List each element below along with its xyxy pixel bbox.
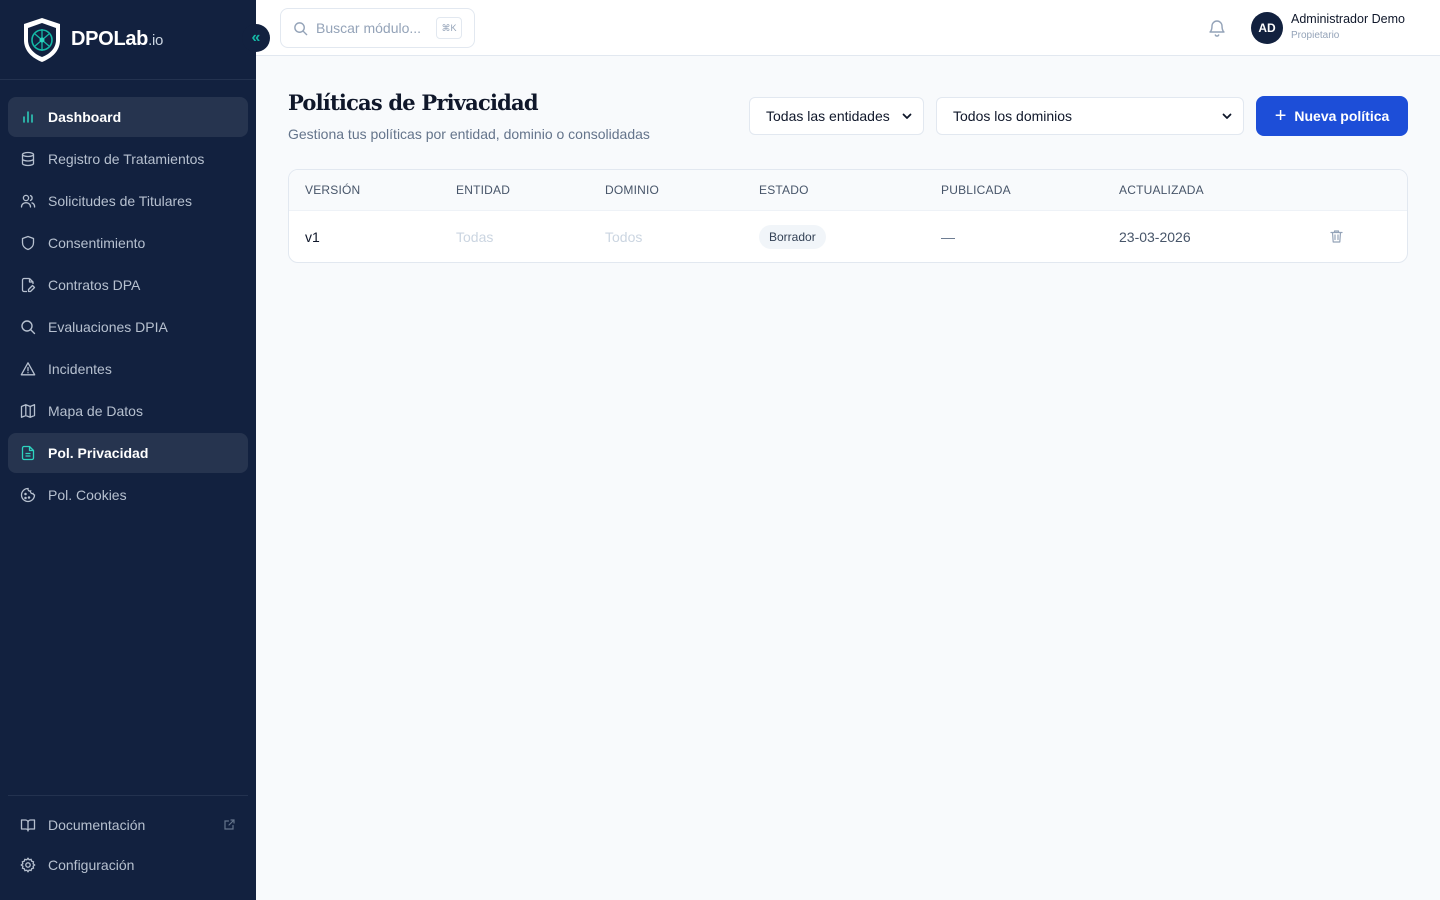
sidebar-item-label: Solicitudes de Titulares [48,193,192,209]
sidebar-item-label: Pol. Privacidad [48,445,149,461]
plus-icon: + [1274,105,1287,127]
map-icon [20,404,36,418]
sidebar-item-label: Configuración [48,857,135,873]
file-edit-icon [21,277,36,293]
alert-triangle-icon [20,362,36,376]
column-header-entity[interactable]: ENTIDAD [456,183,510,197]
sidebar-item-evaluaciones-dpia[interactable]: Evaluaciones DPIA [8,307,248,347]
table-row[interactable]: v1 Todas Todos Borrador — 23-03-2026 [289,211,1407,262]
sidebar-item-label: Evaluaciones DPIA [48,319,168,335]
sidebar-item-registro[interactable]: Registro de Tratamientos [8,139,248,179]
sidebar-item-label: Registro de Tratamientos [48,151,205,167]
sidebar-item-pol-privacidad[interactable]: Pol. Privacidad [8,433,248,473]
page-title: Políticas de Privacidad [288,90,539,115]
entity-filter-select[interactable]: Todas las entidades [749,97,924,135]
chevron-down-icon [1222,113,1232,119]
sidebar-footer: Documentación Configuración [8,795,248,885]
domain-filter-value: Todos los dominios [953,108,1073,124]
cell-published: — [941,229,955,245]
cell-entity: Todas [456,229,494,245]
collapse-sidebar-button[interactable]: « [242,24,270,52]
sidebar-item-label: Contratos DPA [48,277,141,293]
column-header-status[interactable]: ESTADO [759,183,809,197]
logo-shield-icon [24,17,60,62]
new-policy-button[interactable]: + Nueva política [1256,96,1408,136]
cell-updated: 23-03-2026 [1119,229,1191,245]
policies-table: VERSIÓN ENTIDAD DOMINIO ESTADO PUBLICADA… [288,169,1408,263]
database-icon [21,151,35,167]
sidebar-item-incidentes[interactable]: Incidentes [8,349,248,389]
bar-chart-icon [23,111,33,123]
table-header: VERSIÓN ENTIDAD DOMINIO ESTADO PUBLICADA… [289,170,1407,211]
domain-filter-select[interactable]: Todos los dominios [936,97,1244,135]
keyboard-shortcut: ⌘K [436,17,462,39]
column-header-published[interactable]: PUBLICADA [941,183,1011,197]
sidebar-item-pol-cookies[interactable]: Pol. Cookies [8,475,248,515]
new-policy-label: Nueva política [1294,108,1390,124]
sidebar-item-label: Dashboard [48,109,122,125]
sidebar: DPOLab.io Dashboard Registro de Tratamie… [0,0,256,900]
sidebar-item-label: Pol. Cookies [48,487,127,503]
avatar[interactable]: AD [1251,12,1283,44]
sidebar-item-contratos-dpa[interactable]: Contratos DPA [8,265,248,305]
column-header-domain[interactable]: DOMINIO [605,183,659,197]
sidebar-item-solicitudes[interactable]: Solicitudes de Titulares [8,181,248,221]
entity-filter-value: Todas las entidades [766,108,890,124]
search-placeholder: Buscar módulo... [316,20,422,36]
cell-version: v1 [305,229,320,245]
chevrons-left-icon: « [251,29,261,46]
sidebar-item-label: Mapa de Datos [48,403,143,419]
page-subtitle: Gestiona tus políticas por entidad, domi… [288,126,650,142]
cell-domain: Todos [605,229,643,245]
sidebar-item-label: Documentación [48,817,146,833]
file-text-icon [21,445,35,461]
sidebar-item-label: Consentimiento [48,235,146,251]
sidebar-item-documentacion[interactable]: Documentación [8,805,248,845]
bell-icon[interactable] [1207,18,1227,38]
sidebar-item-consentimiento[interactable]: Consentimiento [8,223,248,263]
user-role: Propietario [1291,30,1340,41]
sidebar-item-mapa-datos[interactable]: Mapa de Datos [8,391,248,431]
cookie-icon [20,487,36,503]
gear-icon [20,857,36,873]
column-header-version[interactable]: VERSIÓN [305,183,360,197]
external-link-icon [224,819,235,830]
brand[interactable]: DPOLab.io [0,0,256,80]
search-icon [21,320,36,335]
users-icon [20,194,36,208]
sidebar-item-label: Incidentes [48,361,112,377]
shield-icon [21,235,35,251]
chevron-down-icon [902,113,912,119]
topbar: Buscar módulo... ⌘K AD Administrador Dem… [256,0,1440,56]
sidebar-nav: Dashboard Registro de Tratamientos Solic… [8,97,248,517]
book-open-icon [20,819,36,832]
search-input[interactable]: Buscar módulo... ⌘K [280,8,475,48]
search-icon [294,21,308,35]
sidebar-item-configuracion[interactable]: Configuración [8,845,248,885]
brand-name: DPOLab.io [71,28,164,50]
sidebar-item-dashboard[interactable]: Dashboard [8,97,248,137]
column-header-updated[interactable]: ACTUALIZADA [1119,183,1204,197]
status-badge: Borrador [759,225,826,249]
user-name[interactable]: Administrador Demo [1291,12,1405,26]
trash-icon[interactable] [1329,229,1344,244]
